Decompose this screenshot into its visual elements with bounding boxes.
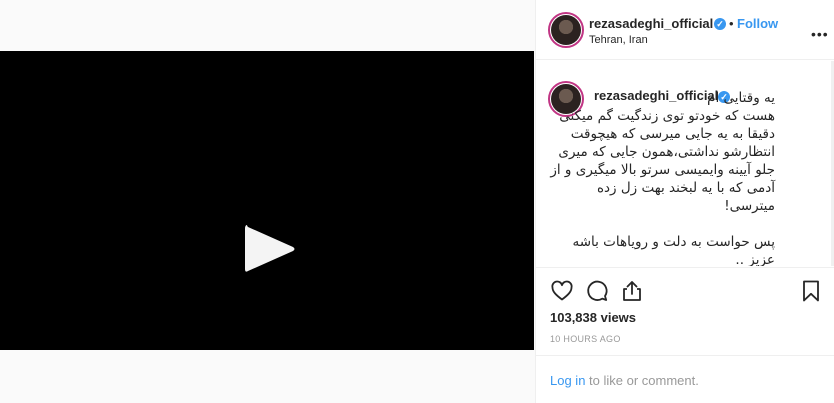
- caption-line: عزیز ..: [735, 252, 775, 266]
- video-player[interactable]: [0, 51, 534, 350]
- caption-line: دقیقا به یه جایی میرسی که هیچوقت: [570, 126, 775, 142]
- login-link[interactable]: Log in: [550, 373, 585, 388]
- caption-line: آدمی که با یه لبخند بهت زل زده: [596, 180, 775, 196]
- post-sidebar: rezasadeghi_official ✓ • Follow Tehran, …: [535, 0, 834, 403]
- caption-line: هست که خودتو توی زندگیت گم میکنی: [559, 108, 775, 124]
- more-options-icon[interactable]: •••: [811, 26, 829, 42]
- avatar[interactable]: [551, 15, 581, 45]
- caption-line: انتظارشو نداشتی،همون جایی که میری: [558, 144, 775, 160]
- follow-button[interactable]: Follow: [737, 16, 778, 31]
- caption-text: یه وقتایی ام هست که خودتو توی زندگیت گم …: [550, 89, 775, 266]
- separator-dot: •: [729, 16, 734, 31]
- share-icon[interactable]: [620, 279, 644, 303]
- post-header: rezasadeghi_official ✓ • Follow Tehran, …: [536, 0, 834, 60]
- login-prompt: Log in to like or comment.: [550, 373, 699, 388]
- login-prompt-text: to like or comment.: [585, 373, 699, 388]
- comment-icon[interactable]: [585, 279, 609, 303]
- bookmark-icon[interactable]: [799, 279, 823, 303]
- caption-line: یه وقتایی ام: [707, 90, 775, 106]
- play-icon[interactable]: [241, 221, 297, 277]
- timestamp[interactable]: 10 HOURS AGO: [550, 334, 621, 344]
- caption-line: پس حواست به دلت و رویاهات باشه: [572, 234, 775, 250]
- header-username[interactable]: rezasadeghi_official: [589, 16, 713, 31]
- heart-icon[interactable]: [550, 279, 574, 303]
- instagram-post-page: rezasadeghi_official ✓ • Follow Tehran, …: [0, 0, 834, 403]
- caption-line: جلو آیینه وایمیسی سرتو بالا میگیری و از: [550, 162, 775, 178]
- caption-line: میترسی!: [724, 198, 775, 214]
- location-link[interactable]: Tehran, Iran: [589, 34, 648, 46]
- comments-area: rezasadeghi_official ✓ یه وقتایی ام هست …: [536, 61, 834, 266]
- verified-icon: ✓: [714, 18, 726, 30]
- login-bar: Log in to like or comment.: [536, 355, 834, 403]
- caption-blank: [550, 215, 775, 233]
- view-count[interactable]: 103,838 views: [550, 310, 636, 325]
